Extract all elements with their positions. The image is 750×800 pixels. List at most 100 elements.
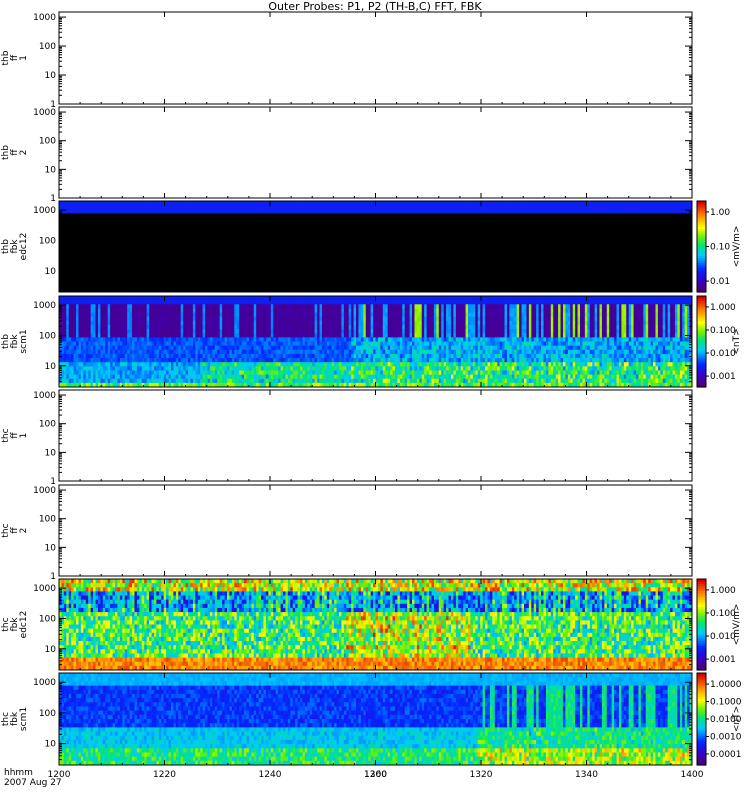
spectrogram-cell: [132, 259, 135, 264]
spectrogram-cell: [193, 263, 196, 268]
spectrogram-cell: [115, 263, 118, 268]
spectrogram-cell: [76, 275, 79, 280]
spectrogram-cell: [122, 213, 125, 218]
spectrogram-cell: [276, 205, 279, 210]
spectrogram-cell: [329, 209, 332, 214]
spectrogram-cell: [300, 213, 303, 218]
spectrogram-cell: [239, 205, 242, 210]
spectrogram-cell: [285, 230, 288, 235]
spectrogram-cell: [171, 209, 174, 214]
spectrogram-cell: [324, 209, 327, 214]
spectrogram-cell: [298, 222, 301, 227]
spectrogram-cell: [152, 218, 155, 223]
spectrogram-cell: [137, 275, 140, 280]
spectrogram-cell: [147, 242, 150, 247]
spectrogram-cell: [334, 234, 337, 239]
spectrogram-cell: [88, 218, 91, 223]
spectrogram-cell: [132, 251, 135, 256]
spectrogram-cell: [312, 255, 315, 260]
spectrogram-cell: [164, 255, 167, 260]
spectrogram-cell: [96, 247, 99, 252]
spectrogram-cell: [215, 275, 218, 280]
spectrogram-cell: [295, 280, 298, 285]
spectrogram-cell: [324, 271, 327, 276]
spectrogram-cell: [120, 218, 123, 223]
spectrogram-cell: [324, 222, 327, 227]
spectrogram-cell: [173, 238, 176, 243]
spectrogram-cell: [307, 263, 310, 268]
spectrogram-cell: [98, 213, 101, 218]
spectrogram-cell: [312, 209, 315, 214]
spectrogram-cell: [225, 213, 228, 218]
spectrogram-cell: [181, 230, 184, 235]
spectrogram-cell: [225, 271, 228, 276]
spectrogram-cell: [74, 247, 77, 252]
spectrogram-cell: [144, 251, 147, 256]
spectrogram-cell: [200, 230, 203, 235]
spectrogram-cell: [334, 275, 337, 280]
spectrogram-cell: [178, 205, 181, 210]
spectrogram-cell: [322, 230, 325, 235]
spectrogram-cell: [127, 280, 130, 285]
spectrogram-cell: [93, 259, 96, 264]
spectrogram-cell: [181, 234, 184, 239]
spectrogram-cell: [137, 209, 140, 214]
spectrogram-cell: [125, 205, 128, 210]
spectrogram-cell: [161, 271, 164, 276]
spectrogram-cell: [288, 234, 291, 239]
spectrogram-cell: [271, 230, 274, 235]
spectrogram-cell: [134, 280, 137, 285]
spectrogram-cell: [278, 222, 281, 227]
spectrogram-cell: [307, 209, 310, 214]
spectrogram-cell: [225, 201, 228, 206]
spectrogram-cell: [161, 267, 164, 272]
spectrogram-cell: [125, 209, 128, 214]
spectrogram-cell: [144, 275, 147, 280]
spectrogram-cell: [251, 209, 254, 214]
spectrogram-cell: [71, 271, 74, 276]
spectrogram-cell: [159, 209, 162, 214]
spectrogram-cell: [205, 218, 208, 223]
spectrogram-cell: [105, 263, 108, 268]
spectrogram-cell: [254, 205, 257, 210]
spectrogram-cell: [307, 242, 310, 247]
spectrogram-cell: [215, 226, 218, 231]
spectrogram-cell: [69, 209, 72, 214]
spectrogram-cell: [127, 275, 130, 280]
spectrogram-cell: [225, 226, 228, 231]
spectrogram-cell: [188, 275, 191, 280]
spectrogram-cell: [74, 275, 77, 280]
spectrogram-cell: [317, 209, 320, 214]
spectrogram-cell: [317, 284, 320, 289]
spectrogram-cell: [203, 284, 206, 289]
spectrogram-cell: [83, 222, 86, 227]
spectrogram-cell: [276, 247, 279, 252]
spectrogram-cell: [317, 218, 320, 223]
spectrogram-cell: [161, 234, 164, 239]
spectrogram-cell: [130, 209, 133, 214]
spectrogram-cell: [283, 218, 286, 223]
spectrogram-cell: [156, 238, 159, 243]
spectrogram-cell: [181, 218, 184, 223]
spectrogram-cell: [113, 222, 116, 227]
spectrogram-cell: [293, 275, 296, 280]
spectrogram-cell: [69, 201, 72, 206]
spectrogram-cell: [203, 242, 206, 247]
spectrogram-cell: [173, 251, 176, 256]
spectrogram-cell: [271, 284, 274, 289]
spectrogram-cell: [188, 213, 191, 218]
spectrogram-cell: [310, 226, 313, 231]
spectrogram-cell: [266, 205, 269, 210]
spectrogram-cell: [237, 251, 240, 256]
spectrogram-cell: [242, 247, 245, 252]
spectrogram-cell: [173, 226, 176, 231]
spectrogram-cell: [239, 284, 242, 289]
spectrogram-cell: [134, 218, 137, 223]
spectrogram-cell: [251, 230, 254, 235]
spectrogram-cell: [273, 255, 276, 260]
spectrogram-cell: [113, 267, 116, 272]
spectrogram-cell: [249, 242, 252, 247]
spectrogram-cell: [225, 275, 228, 280]
spectrogram-cell: [276, 284, 279, 289]
spectrogram-cell: [276, 242, 279, 247]
